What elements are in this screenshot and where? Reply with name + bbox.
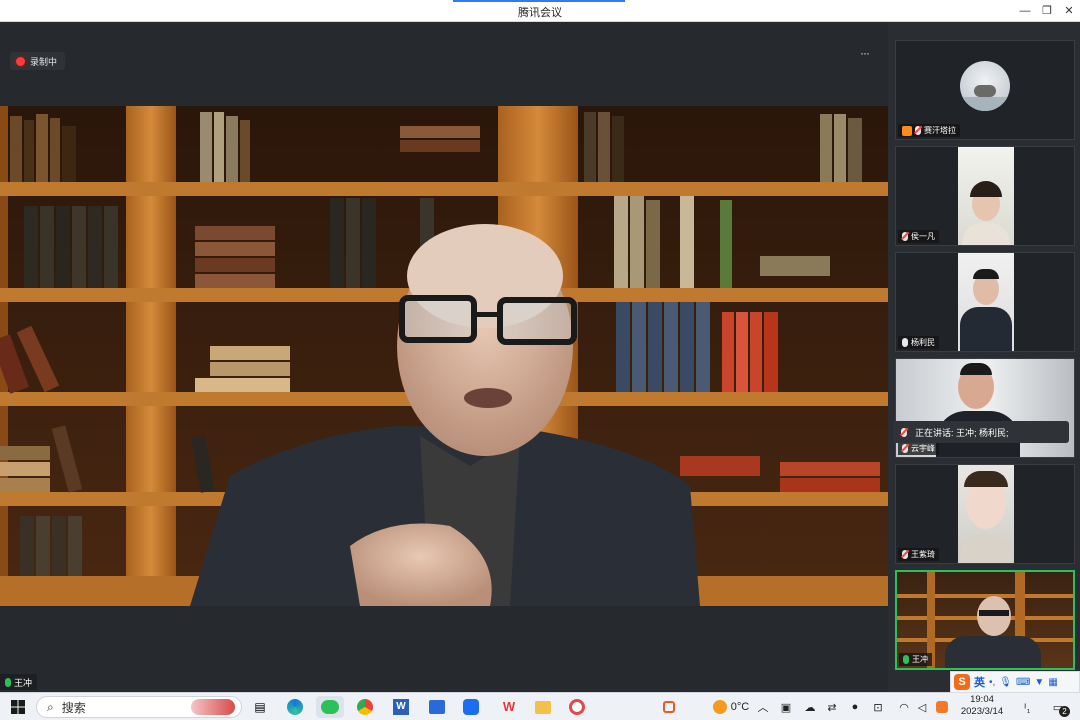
- clock[interactable]: 19:04 2023/3/14: [958, 694, 1006, 718]
- participant-tile-self[interactable]: 王冲: [895, 570, 1075, 670]
- weather-icon: [712, 700, 727, 714]
- tencent-meeting-icon[interactable]: [460, 696, 482, 718]
- notification-count: 2: [1059, 706, 1070, 717]
- participant-name: 赛汗塔拉: [924, 126, 956, 135]
- bookshelf-video-frame: [0, 106, 888, 606]
- participant-tile[interactable]: 云宇峰: [895, 358, 1075, 458]
- record-icon: [16, 56, 25, 66]
- windows-start-icon[interactable]: [8, 696, 28, 718]
- participant-video: [958, 147, 1014, 245]
- more-options-icon[interactable]: ···: [860, 46, 870, 60]
- speaker-name: 王冲: [14, 677, 33, 688]
- app-icon[interactable]: [566, 696, 588, 718]
- participant-label: 王紫琦: [898, 548, 939, 561]
- input-method-icon[interactable]: ᅵ₁: [1014, 696, 1034, 718]
- main-speaker-video: [0, 106, 888, 606]
- participant-tile[interactable]: 杨利民: [895, 252, 1075, 352]
- meeting-tray-icon[interactable]: ▣: [778, 696, 794, 718]
- edge-icon[interactable]: [284, 696, 306, 718]
- notification-icon[interactable]: ▭ 2: [1046, 696, 1070, 718]
- taskbar-search[interactable]: ⌕ 搜索: [36, 696, 242, 718]
- mic-muted-icon: [901, 427, 907, 437]
- host-icon: [902, 125, 912, 136]
- security-icon[interactable]: ⊡: [870, 696, 886, 718]
- punctuation-icon[interactable]: •,: [989, 677, 995, 688]
- chrome-icon[interactable]: [354, 696, 376, 718]
- microphone-icon[interactable]: ●: [848, 696, 862, 718]
- title-accent-bar: [453, 0, 625, 2]
- participant-name: 杨利民: [911, 338, 935, 347]
- toolbox-icon[interactable]: ▦: [1048, 677, 1057, 688]
- title-bar: 腾讯会议 — ❐ ✕: [0, 0, 1080, 22]
- keyboard-icon[interactable]: ⌨: [1016, 677, 1030, 688]
- participant-label: 云宇峰: [898, 442, 939, 455]
- sogou-icon: S: [954, 674, 970, 690]
- speaker-icon[interactable]: ◁: [914, 696, 930, 718]
- participant-video: [958, 253, 1014, 351]
- mic-muted-icon: [902, 444, 908, 453]
- date: 2023/3/14: [960, 706, 1004, 717]
- search-label: 搜索: [61, 700, 86, 715]
- mic-active-icon: [5, 677, 11, 687]
- participant-label: 侯一凡: [898, 230, 939, 243]
- participant-name: 侯一凡: [911, 232, 935, 241]
- participant-label: 王冲: [899, 653, 932, 666]
- participant-name: 王冲: [912, 655, 928, 664]
- recording-label: 录制中: [30, 56, 58, 67]
- weather-widget[interactable]: 0°C: [704, 696, 758, 718]
- close-button[interactable]: ✕: [1060, 2, 1078, 20]
- participant-tile[interactable]: 王紫琦: [895, 464, 1075, 564]
- speaking-banner-text: 正在讲话: 王冲; 杨利民;: [915, 427, 1009, 438]
- word-icon[interactable]: W: [390, 696, 412, 718]
- wps-icon[interactable]: W: [498, 696, 520, 718]
- search-icon: ⌕: [47, 699, 54, 714]
- participant-label: 杨利民: [898, 336, 939, 349]
- mic-muted-icon: [902, 550, 908, 559]
- participant-label: 赛汗塔拉: [898, 124, 960, 137]
- transfer-icon[interactable]: ⇄: [824, 696, 840, 718]
- window-title: 腾讯会议: [518, 7, 562, 19]
- speaking-banner: 正在讲话: 王冲; 杨利民;: [893, 421, 1069, 443]
- mic-active-icon: [903, 655, 909, 664]
- participant-panel: 赛汗塔拉 侯一凡 杨利民 云宇峰 王紫琦 王冲: [888, 22, 1080, 692]
- time: 19:04: [970, 694, 994, 705]
- mic-muted-icon: [915, 126, 921, 135]
- minimize-button[interactable]: —: [1016, 2, 1034, 20]
- task-view-icon[interactable]: ▤: [250, 696, 270, 718]
- main-stage: 录制中 ··· 王冲: [0, 22, 888, 692]
- ime-toolbar[interactable]: S 英 •, 🎙︎ ⌨ ▼ ▦: [950, 671, 1080, 693]
- skin-icon[interactable]: ▼: [1034, 677, 1044, 688]
- maximize-button[interactable]: ❐: [1038, 2, 1056, 20]
- wechat-icon[interactable]: [316, 696, 344, 718]
- participant-name: 云宇峰: [911, 444, 935, 453]
- file-explorer-icon[interactable]: [532, 696, 554, 718]
- recording-indicator[interactable]: 录制中: [10, 52, 66, 70]
- taskbar: ⌕ 搜索 ▤ W W 0°C ︿ ▣ ☁ ⇄ ● ⊡ ◠ ◁ S 英 •, 🎙︎…: [0, 671, 1080, 720]
- chevron-up-icon[interactable]: ︿: [756, 696, 770, 718]
- speaker-name-tag: 王冲: [0, 674, 38, 690]
- store-icon[interactable]: [426, 696, 448, 718]
- temperature: 0°C: [730, 701, 750, 713]
- ime-language[interactable]: 英: [974, 674, 985, 690]
- participant-tile[interactable]: 侯一凡: [895, 146, 1075, 246]
- wifi-icon[interactable]: ◠: [896, 696, 912, 718]
- participant-name: 王紫琦: [911, 550, 935, 559]
- wps-tray-icon[interactable]: [660, 696, 678, 718]
- participant-tile[interactable]: 赛汗塔拉: [895, 40, 1075, 140]
- search-highlight-icon: [191, 699, 235, 715]
- voice-input-icon[interactable]: 🎙︎: [999, 677, 1012, 688]
- sogou-tray-icon[interactable]: [934, 696, 950, 718]
- avatar: [960, 61, 1010, 111]
- mic-muted-icon: [902, 232, 908, 241]
- mic-icon: [902, 338, 908, 347]
- cloud-icon[interactable]: ☁: [802, 696, 818, 718]
- participant-video: [958, 465, 1014, 563]
